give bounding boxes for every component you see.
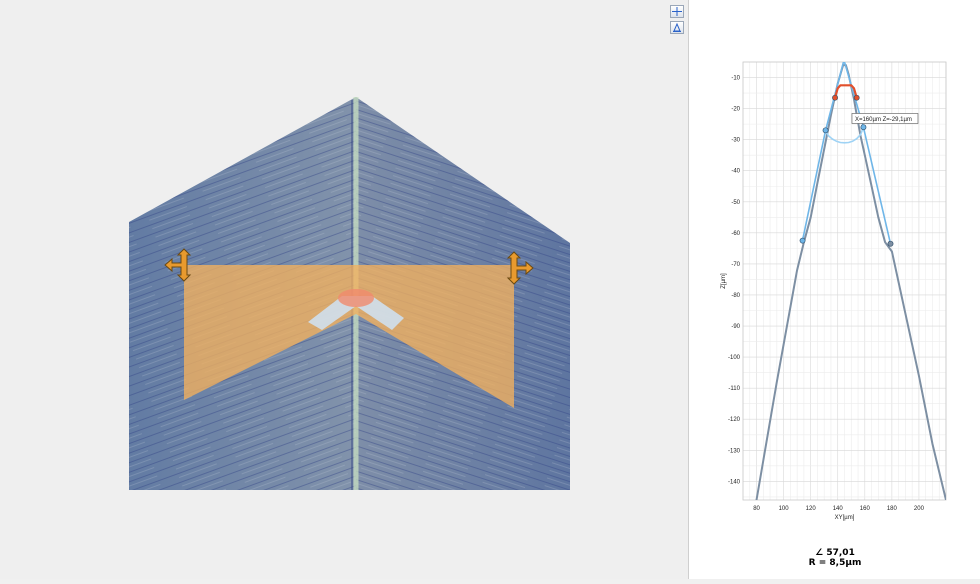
x-tick-label: 120: [806, 506, 817, 512]
radius-result: R = 8,5µm: [808, 558, 862, 568]
y-axis-label: Z[µm]: [721, 273, 727, 289]
y-tick-label: -30: [731, 138, 740, 144]
y-tick-label: -90: [731, 324, 740, 330]
angle-result: ∠ 57,01: [815, 548, 855, 558]
x-tick-label: 160: [860, 506, 871, 512]
profile-point-marker: [853, 94, 860, 101]
3d-viewport[interactable]: [0, 0, 688, 579]
x-tick-label: 100: [779, 506, 790, 512]
y-tick-label: -130: [728, 448, 741, 454]
x-tick-label: 80: [753, 506, 760, 512]
y-tick-label: -70: [731, 262, 740, 268]
y-tick-label: -10: [731, 76, 740, 82]
tooltip-text: X=160µm Z=-29,1µm: [855, 117, 912, 123]
profile-point-marker: [822, 127, 829, 134]
y-tick-label: -140: [728, 479, 741, 485]
y-tick-label: -60: [731, 231, 740, 237]
x-axis-label: XY[µm]: [835, 515, 855, 521]
crosshair-tool-button[interactable]: [670, 5, 684, 18]
measure-tool-icon: [673, 22, 681, 32]
y-tick-label: -20: [731, 107, 740, 113]
profile-point-marker: [887, 240, 894, 247]
series-profile-gray: [755, 64, 946, 500]
surface-3d-view[interactable]: [0, 0, 688, 579]
profile-point-marker: [832, 94, 838, 101]
measure-tool-button[interactable]: [670, 21, 684, 34]
y-tick-label: -110: [728, 386, 740, 392]
profile-point-marker: [799, 237, 806, 244]
profile-panel: 80 100 120 140 160 180 200 -10 -20 -30 -40 -50 -60 -7…: [688, 0, 980, 579]
x-tick-label: 200: [914, 506, 925, 512]
y-tick-label: -40: [731, 169, 740, 175]
profile-point-marker: [860, 124, 867, 131]
profile-chart[interactable]: 80 100 120 140 160 180 200 -10 -20 -30 -40 -50 -60 -7…: [689, 0, 980, 540]
y-tick-label: -80: [731, 293, 740, 299]
x-tick-label: 140: [833, 506, 844, 512]
y-tick-label: -100: [728, 355, 741, 361]
radius-marker-3d: [338, 289, 374, 307]
x-tick-label: 180: [887, 506, 898, 512]
crosshair-tool-icon: [672, 7, 682, 16]
y-tick-label: -50: [731, 200, 740, 206]
y-tick-label: -120: [728, 417, 741, 423]
